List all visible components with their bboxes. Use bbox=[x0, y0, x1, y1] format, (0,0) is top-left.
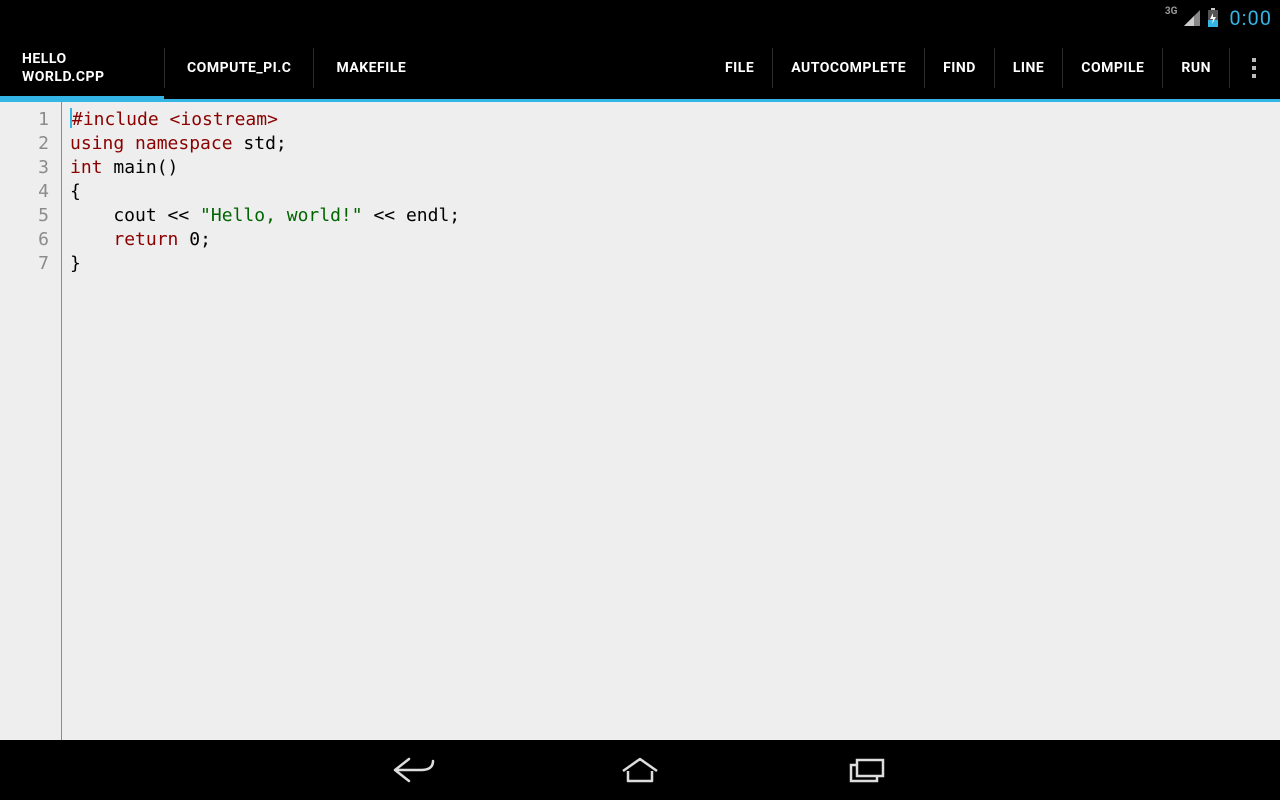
menu-line[interactable]: LINE bbox=[995, 36, 1062, 99]
token-txt: << endl; bbox=[363, 205, 461, 226]
line-number: 6 bbox=[0, 228, 55, 252]
file-tab-hello-world[interactable]: HELLO WORLD.CPP bbox=[0, 36, 164, 99]
line-number: 7 bbox=[0, 252, 55, 276]
line-number: 5 bbox=[0, 204, 55, 228]
token-kw: using bbox=[70, 133, 135, 154]
token-kw: int bbox=[70, 157, 113, 178]
file-tab-label: MAKEFILE bbox=[336, 60, 406, 76]
code-line: return 0; bbox=[70, 228, 1280, 252]
code-line: using namespace std; bbox=[70, 132, 1280, 156]
token-txt: } bbox=[70, 253, 81, 274]
token-txt: { bbox=[70, 181, 81, 202]
menu-find[interactable]: FIND bbox=[925, 36, 994, 99]
token-txt: ; bbox=[200, 229, 211, 250]
status-bar: 3G 0:00 bbox=[0, 0, 1280, 36]
line-number: 1 bbox=[0, 108, 55, 132]
token-txt: std; bbox=[243, 133, 286, 154]
menu-compile[interactable]: COMPILE bbox=[1063, 36, 1162, 99]
token-kw: #include bbox=[72, 109, 170, 130]
code-line: { bbox=[70, 180, 1280, 204]
menu-autocomplete[interactable]: AUTOCOMPLETE bbox=[773, 36, 924, 99]
file-tab-makefile[interactable]: MAKEFILE bbox=[314, 36, 428, 99]
action-bar: HELLO WORLD.CPP COMPUTE_PI.C MAKEFILE FI… bbox=[0, 36, 1280, 102]
line-number-gutter: 1234567 bbox=[0, 102, 62, 740]
file-tab-label: HELLO WORLD.CPP bbox=[22, 50, 142, 86]
back-icon bbox=[391, 755, 437, 785]
home-icon bbox=[617, 755, 663, 785]
code-area[interactable]: #include <iostream>using namespace std;i… bbox=[62, 102, 1280, 740]
token-kw: return bbox=[113, 229, 189, 250]
back-button[interactable] bbox=[391, 755, 437, 785]
line-number: 4 bbox=[0, 180, 55, 204]
code-line: } bbox=[70, 252, 1280, 276]
battery-icon bbox=[1207, 8, 1219, 28]
token-txt: cout << bbox=[70, 205, 200, 226]
token-str: "Hello, world!" bbox=[200, 205, 363, 226]
token-kw: namespace bbox=[135, 133, 243, 154]
token-kw: <iostream> bbox=[170, 109, 278, 130]
code-line: cout << "Hello, world!" << endl; bbox=[70, 204, 1280, 228]
signal-icon bbox=[1183, 9, 1201, 27]
menu-file[interactable]: FILE bbox=[707, 36, 772, 99]
line-number: 2 bbox=[0, 132, 55, 156]
line-number: 3 bbox=[0, 156, 55, 180]
code-editor[interactable]: 1234567 #include <iostream>using namespa… bbox=[0, 102, 1280, 740]
network-type-label: 3G bbox=[1165, 7, 1178, 17]
file-tab-compute-pi[interactable]: COMPUTE_PI.C bbox=[165, 36, 313, 99]
menu-run[interactable]: RUN bbox=[1163, 36, 1229, 99]
code-line: int main() bbox=[70, 156, 1280, 180]
status-time: 0:00 bbox=[1229, 6, 1272, 30]
token-txt: main() bbox=[113, 157, 178, 178]
recents-icon bbox=[843, 755, 889, 785]
token-txt bbox=[70, 229, 113, 250]
system-nav-bar bbox=[0, 740, 1280, 800]
overflow-menu-button[interactable] bbox=[1230, 36, 1280, 99]
code-line: #include <iostream> bbox=[70, 108, 1280, 132]
home-button[interactable] bbox=[617, 755, 663, 785]
token-num: 0 bbox=[189, 229, 200, 250]
overflow-icon bbox=[1252, 58, 1258, 78]
spacer bbox=[428, 36, 707, 99]
recents-button[interactable] bbox=[843, 755, 889, 785]
device-frame: 3G 0:00 HELLO WORLD.CPP COMPUTE_PI.C MAK… bbox=[0, 0, 1280, 800]
file-tab-label: COMPUTE_PI.C bbox=[187, 60, 291, 76]
